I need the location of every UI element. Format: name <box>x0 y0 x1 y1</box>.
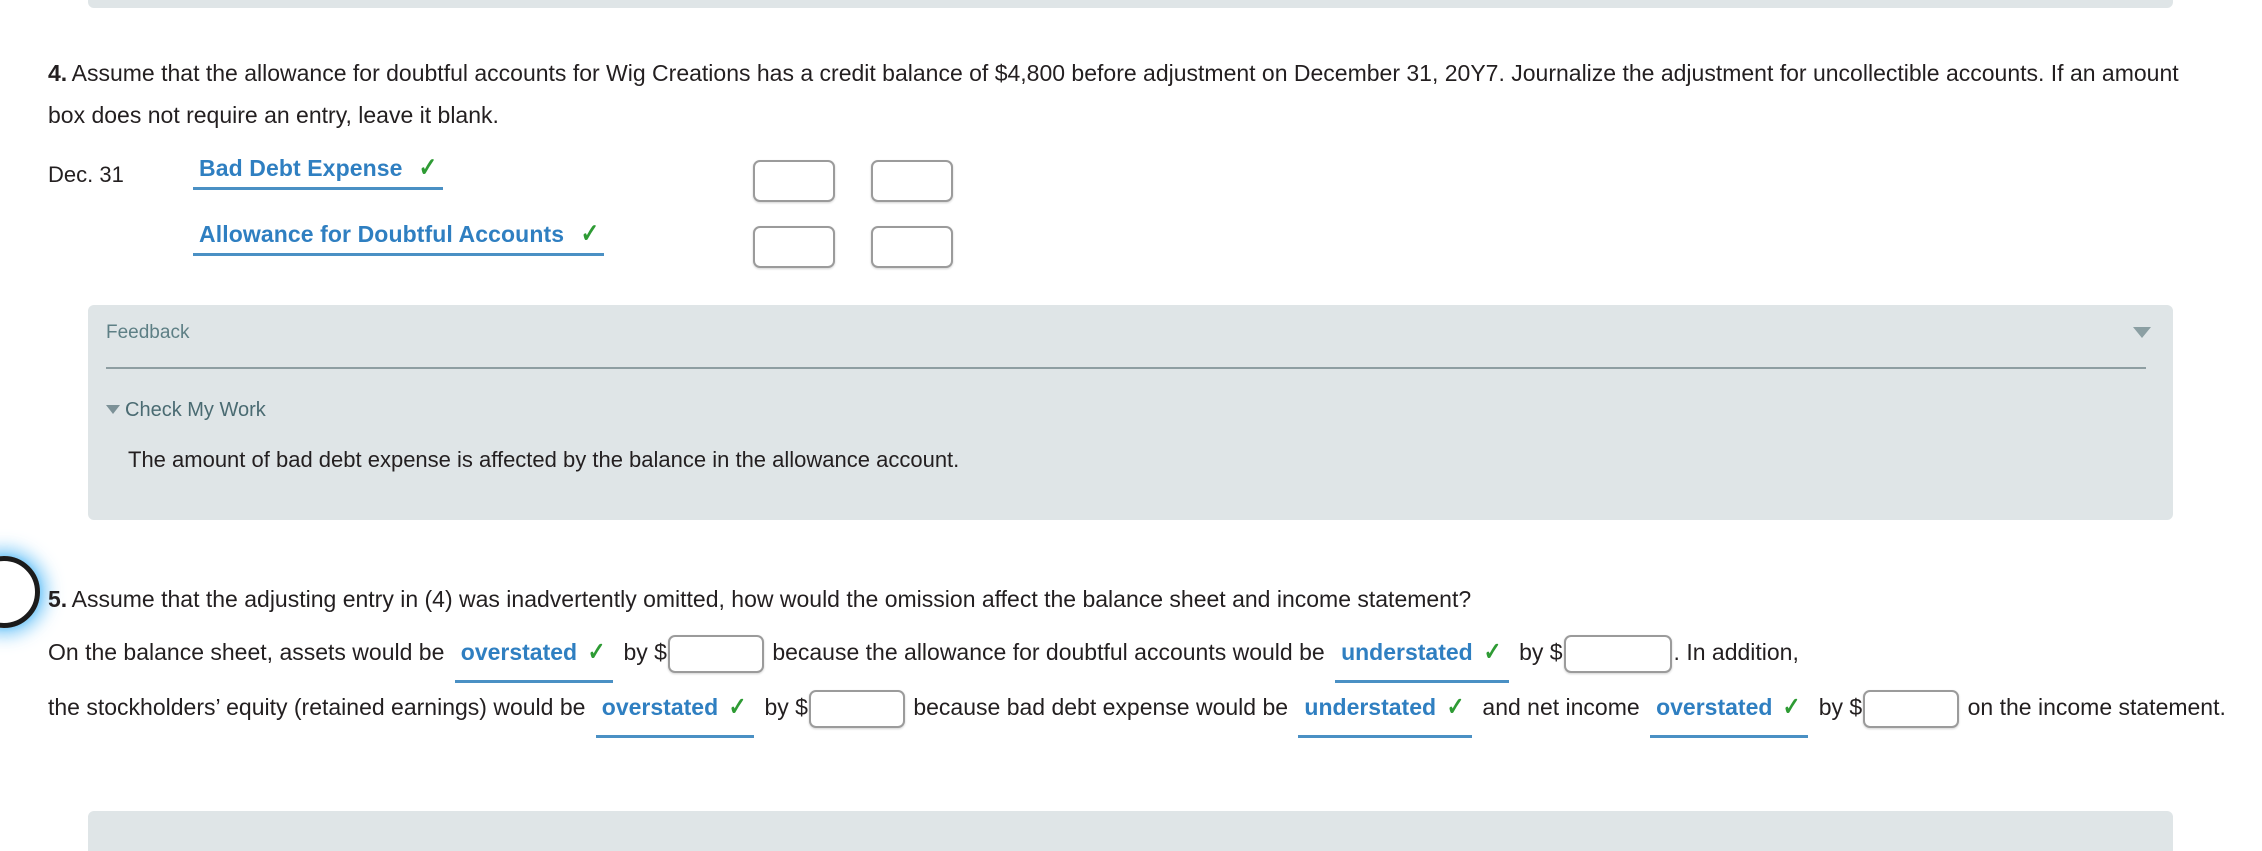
previous-feedback-panel-sliver <box>88 0 2173 8</box>
answer-text-2: by $ <box>623 639 667 665</box>
journal-entry-date-blank <box>48 214 193 228</box>
dropdown-net-income-effect[interactable]: overstated ✓ <box>1650 683 1809 738</box>
check-my-work-label: Check My Work <box>125 399 266 421</box>
question-5-text: Assume that the adjusting entry in (4) w… <box>71 586 1472 612</box>
journal-credit-input-1[interactable] <box>871 160 953 202</box>
dropdown-label: overstated <box>460 639 578 665</box>
dropdown-label: understated <box>1304 694 1437 720</box>
question-4-block: 4. Assume that the allowance for doubtfu… <box>48 52 2218 136</box>
account-dropdown-allowance-for-doubtful-accounts[interactable]: Allowance for Doubtful Accounts ✓ <box>193 218 605 256</box>
divider <box>106 367 2146 369</box>
journal-account-cell-2: Allowance for Doubtful Accounts ✓ <box>193 214 753 256</box>
question-5-block: 5. Assume that the adjusting entry in (4… <box>48 578 2228 620</box>
dropdown-label: understated <box>1341 639 1473 665</box>
answer-input-equity-amount[interactable] <box>808 689 905 728</box>
answer-text-9: and net income <box>1482 694 1640 720</box>
journal-row: Dec. 31 Bad Debt Expense ✓ <box>48 148 1108 214</box>
check-my-work-body: The amount of bad debt expense is affect… <box>128 447 960 472</box>
check-icon: ✓ <box>580 218 599 248</box>
cursor-highlight-ring <box>0 556 40 628</box>
answer-input-assets-amount[interactable] <box>667 634 764 673</box>
feedback-header: Feedback <box>88 305 2173 357</box>
journal-row: Allowance for Doubtful Accounts ✓ <box>48 214 1108 280</box>
journal-debit-input-1[interactable] <box>753 160 835 202</box>
answer-text-3: because the allowance for doubtful accou… <box>772 639 1325 665</box>
feedback-panel: Feedback Check My Work The amount of bad… <box>88 305 2173 520</box>
answer-input-net-income-amount[interactable] <box>1863 689 1960 728</box>
journal-account-cell-1: Bad Debt Expense ✓ <box>193 148 753 190</box>
next-feedback-panel-sliver <box>88 811 2173 851</box>
check-icon: ✓ <box>728 693 747 721</box>
answer-text-10: by $ <box>1818 694 1863 720</box>
answer-text-7: by $ <box>764 694 808 720</box>
journal-entry-table: Dec. 31 Bad Debt Expense ✓ Allowance for… <box>48 148 1108 280</box>
answer-text-6: the stockholders’ equity (retained earni… <box>48 694 586 720</box>
dropdown-bad-debt-expense-effect[interactable]: understated ✓ <box>1298 683 1473 738</box>
triangle-down-icon[interactable] <box>2133 327 2151 338</box>
question-5-answer-paragraph: On the balance sheet, assets would be ov… <box>48 628 2238 738</box>
dropdown-assets-effect[interactable]: overstated ✓ <box>454 628 614 683</box>
answer-text-11: on the income statement. <box>1967 694 2226 720</box>
question-5-number: 5. <box>48 586 68 612</box>
journal-credit-input-2[interactable] <box>871 226 953 268</box>
question-4-number: 4. <box>48 60 68 86</box>
journal-entry-date: Dec. 31 <box>48 162 124 187</box>
check-icon: ✓ <box>1446 693 1465 721</box>
answer-text-8: because bad debt expense would be <box>913 694 1289 720</box>
dropdown-label: overstated <box>1656 694 1773 720</box>
feedback-title: Feedback <box>106 322 190 343</box>
check-icon: ✓ <box>587 638 606 666</box>
check-my-work-toggle[interactable]: Check My Work <box>106 399 266 422</box>
check-icon: ✓ <box>1782 693 1801 721</box>
check-icon: ✓ <box>1483 638 1502 666</box>
answer-text-5: . In addition, <box>1673 639 1799 665</box>
question-4-text: Assume that the allowance for doubtful a… <box>48 60 2179 128</box>
answer-text-4: by $ <box>1519 639 1563 665</box>
journal-debit-input-2[interactable] <box>753 226 835 268</box>
answer-text-1: On the balance sheet, assets would be <box>48 639 445 665</box>
check-icon: ✓ <box>418 152 438 182</box>
dropdown-allowance-effect[interactable]: understated ✓ <box>1335 628 1509 683</box>
answer-input-allowance-amount[interactable] <box>1563 634 1672 673</box>
account-name-label: Bad Debt Expense <box>199 155 403 181</box>
dropdown-equity-effect[interactable]: overstated ✓ <box>595 683 755 738</box>
triangle-down-icon <box>106 405 120 414</box>
account-name-label: Allowance for Doubtful Accounts <box>199 221 565 247</box>
account-dropdown-bad-debt-expense[interactable]: Bad Debt Expense ✓ <box>193 152 443 190</box>
dropdown-label: overstated <box>601 694 719 720</box>
